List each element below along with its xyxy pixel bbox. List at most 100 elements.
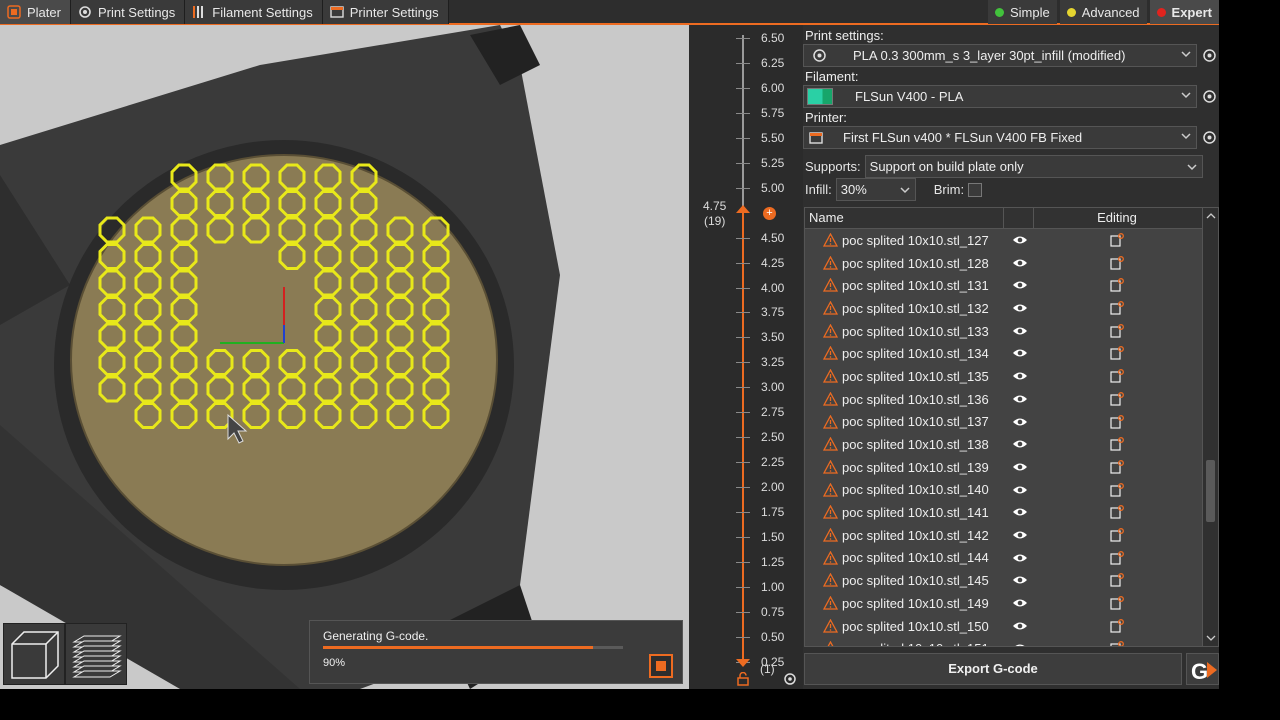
edit-settings-icon[interactable] [1110, 550, 1124, 565]
edit-settings-icon[interactable] [1110, 278, 1124, 292]
print-profile-combo[interactable]: PLA 0.3 300mm_s 3_layer 30pt_infill (mod… [803, 44, 1197, 67]
lower-thumb[interactable] [736, 659, 750, 667]
object-row[interactable]: poc splited 10x10.stl_133 [805, 320, 1218, 343]
eye-icon[interactable] [1012, 575, 1028, 585]
tab-filament-settings[interactable]: Filament Settings [185, 0, 323, 24]
add-color-change-button[interactable]: + [763, 207, 776, 220]
object-row[interactable]: poc splited 10x10.stl_145 [805, 569, 1218, 592]
eye-icon[interactable] [1012, 371, 1028, 381]
eye-icon[interactable] [1012, 530, 1028, 540]
eye-icon[interactable] [1012, 348, 1028, 358]
edit-settings-icon[interactable] [1110, 255, 1124, 270]
edit-settings-icon[interactable] [1110, 346, 1124, 361]
scroll-up-icon[interactable] [1206, 212, 1216, 220]
eye-icon[interactable] [1012, 394, 1028, 404]
object-row[interactable]: poc splited 10x10.stl_151 [805, 637, 1218, 647]
warning-icon[interactable] [823, 596, 838, 610]
warning-icon[interactable] [823, 414, 838, 429]
column-editing[interactable]: Editing [1034, 208, 1200, 228]
printer-settings-edit-icon[interactable] [1202, 130, 1217, 145]
3d-viewport[interactable]: Generating G-code. 90% [0, 25, 689, 689]
column-name[interactable]: Name [805, 208, 1004, 228]
edit-settings-icon[interactable] [1110, 459, 1124, 474]
3d-view-button[interactable] [3, 623, 65, 685]
object-row[interactable]: poc splited 10x10.stl_131 [805, 274, 1218, 297]
supports-combo[interactable]: Support on build plate only [864, 155, 1203, 178]
edit-settings-icon[interactable] [1110, 323, 1124, 338]
edit-settings-icon[interactable] [1110, 618, 1124, 633]
lock-icon[interactable] [737, 672, 749, 686]
warning-icon[interactable] [823, 369, 838, 383]
filament-settings-edit-icon[interactable] [1202, 89, 1217, 104]
gear-icon[interactable] [783, 672, 797, 686]
warning-icon[interactable] [823, 255, 838, 270]
send-gcode-button[interactable]: G [1186, 653, 1219, 685]
scroll-down-icon[interactable] [1206, 634, 1216, 642]
eye-icon[interactable] [1012, 280, 1028, 290]
object-row[interactable]: poc splited 10x10.stl_134 [805, 342, 1218, 365]
warning-icon[interactable] [823, 550, 838, 565]
warning-icon[interactable] [823, 233, 838, 247]
printer-profile-combo[interactable]: First FLSun v400 * FLSun V400 FB Fixed [803, 126, 1197, 149]
object-row[interactable]: poc splited 10x10.stl_137 [805, 411, 1218, 434]
warning-icon[interactable] [823, 459, 838, 474]
mode-expert[interactable]: Expert [1149, 0, 1219, 24]
eye-icon[interactable] [1012, 643, 1028, 647]
print-settings-edit-icon[interactable] [1202, 48, 1217, 63]
warning-icon[interactable] [823, 641, 838, 647]
filament-color-swatch[interactable] [807, 88, 833, 105]
eye-icon[interactable] [1012, 485, 1028, 495]
eye-icon[interactable] [1012, 326, 1028, 336]
edit-settings-icon[interactable] [1110, 641, 1124, 647]
upper-thumb[interactable] [736, 205, 750, 213]
object-row[interactable]: poc splited 10x10.stl_139 [805, 456, 1218, 479]
warning-icon[interactable] [823, 527, 838, 542]
eye-icon[interactable] [1012, 235, 1028, 245]
eye-icon[interactable] [1012, 621, 1028, 631]
edit-settings-icon[interactable] [1110, 301, 1124, 315]
edit-settings-icon[interactable] [1110, 596, 1124, 610]
export-gcode-button[interactable]: Export G-code [804, 653, 1182, 685]
eye-icon[interactable] [1012, 303, 1028, 313]
layer-slider[interactable]: 6.50 6.25 6.00 5.75 5.50 5.25 5.00 4.50 4.25 4.00… [689, 25, 803, 689]
object-row[interactable]: poc splited 10x10.stl_141 [805, 501, 1218, 524]
object-list-scrollbar[interactable] [1202, 208, 1218, 646]
edit-settings-icon[interactable] [1110, 527, 1124, 542]
edit-settings-icon[interactable] [1110, 482, 1124, 497]
eye-icon[interactable] [1012, 462, 1028, 472]
infill-combo[interactable]: 30% [835, 178, 916, 201]
object-row[interactable]: poc splited 10x10.stl_142 [805, 524, 1218, 547]
object-row[interactable]: poc splited 10x10.stl_150 [805, 615, 1218, 638]
warning-icon[interactable] [823, 346, 838, 361]
mode-simple[interactable]: Simple [987, 0, 1057, 24]
eye-icon[interactable] [1012, 553, 1028, 563]
stop-button[interactable] [649, 654, 673, 678]
scroll-thumb[interactable] [1206, 460, 1215, 522]
eye-icon[interactable] [1012, 258, 1028, 268]
warning-icon[interactable] [823, 278, 838, 293]
object-row[interactable]: poc splited 10x10.stl_127 [805, 229, 1218, 252]
mode-advanced[interactable]: Advanced [1059, 0, 1147, 24]
object-row[interactable]: poc splited 10x10.stl_135 [805, 365, 1218, 388]
object-row[interactable]: poc splited 10x10.stl_149 [805, 592, 1218, 615]
warning-icon[interactable] [823, 391, 838, 406]
warning-icon[interactable] [823, 323, 838, 338]
object-row[interactable]: poc splited 10x10.stl_140 [805, 479, 1218, 502]
object-row[interactable]: poc splited 10x10.stl_138 [805, 433, 1218, 456]
edit-settings-icon[interactable] [1110, 573, 1124, 587]
preview-view-button[interactable] [65, 623, 127, 685]
eye-icon[interactable] [1012, 598, 1028, 608]
edit-settings-icon[interactable] [1110, 414, 1124, 429]
eye-icon[interactable] [1012, 439, 1028, 449]
warning-icon[interactable] [823, 573, 838, 587]
object-row[interactable]: poc splited 10x10.stl_132 [805, 297, 1218, 320]
brim-checkbox[interactable] [968, 182, 983, 197]
tab-printer-settings[interactable]: Printer Settings [322, 0, 449, 24]
object-row[interactable]: poc splited 10x10.stl_144 [805, 547, 1218, 570]
filament-profile-combo[interactable]: FLSun V400 - PLA [803, 85, 1197, 108]
edit-settings-icon[interactable] [1110, 233, 1124, 247]
warning-icon[interactable] [823, 618, 838, 633]
warning-icon[interactable] [823, 301, 838, 315]
edit-settings-icon[interactable] [1110, 505, 1124, 519]
warning-icon[interactable] [823, 482, 838, 497]
